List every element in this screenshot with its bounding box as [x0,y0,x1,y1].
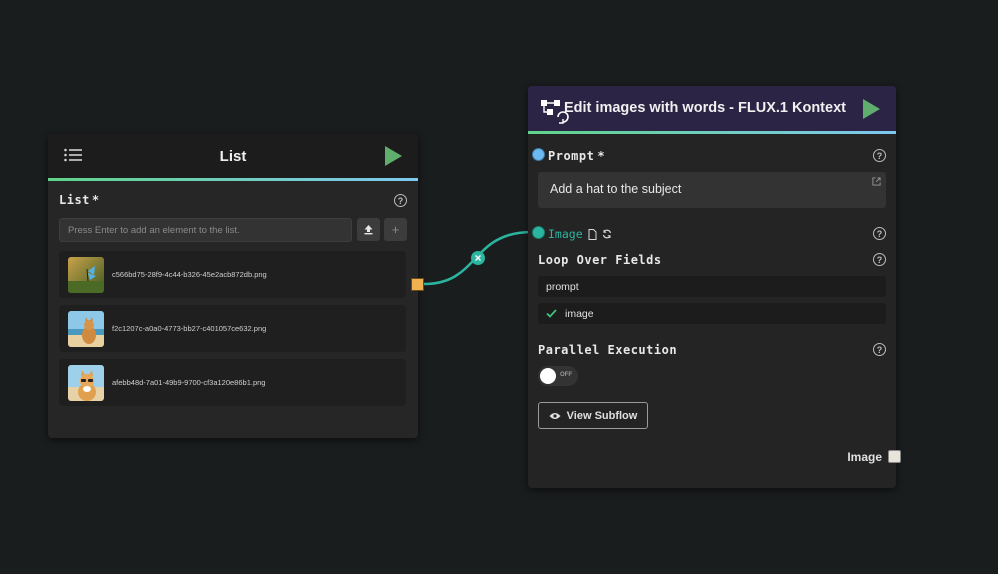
prompt-value: Add a hat to the subject [550,182,682,196]
upload-button[interactable] [357,218,380,241]
loop-field-image[interactable]: image [538,303,886,324]
list-item-filename: afebb48d-7a01-49b9-9700-cf3a120e86b1.png [112,378,266,387]
image-field-label: Image [548,227,583,241]
parallel-help-icon[interactable]: ? [873,343,886,356]
check-icon [546,309,557,318]
parallel-execution-toggle[interactable]: OFF [538,366,578,386]
list-icon [64,148,82,162]
list-output-port[interactable] [411,278,424,291]
upload-icon [364,225,373,235]
loop-field-prompt[interactable]: prompt [538,276,886,297]
image-output-label: Image [847,450,882,464]
prompt-input[interactable]: Add a hat to the subject [538,172,886,208]
image-input-port[interactable] [532,226,545,239]
edit-images-node[interactable]: Edit images with words - FLUX.1 Kontext … [528,86,896,488]
toggle-state: OFF [560,372,572,378]
edit-header-accent-bar [528,131,896,134]
thumbnail-cat-on-beach [68,310,104,347]
refresh-icon[interactable] [602,229,612,239]
list-add-input[interactable]: Press Enter to add an element to the lis… [59,218,352,242]
list-node-header[interactable]: List [48,134,418,178]
thumbnail-cat-with-sunglasses [68,364,104,401]
list-node-title: List [219,147,247,165]
plus-icon: + [391,222,400,237]
run-list-play-icon[interactable] [385,146,402,166]
list-node[interactable]: List List * ? Press Enter to add an eleme… [48,134,418,438]
thumbnail-butterfly-on-grass [68,256,104,293]
open-external-icon[interactable] [872,177,881,186]
prompt-help-icon[interactable]: ? [873,149,886,162]
list-item[interactable]: c566bd75-28f9-4c44-b326-45e2acb872db.png [59,251,406,298]
list-item-filename: c566bd75-28f9-4c44-b326-45e2acb872db.png [112,270,267,279]
loop-fields-label: Loop Over Fields [538,253,662,267]
image-help-icon[interactable]: ? [873,227,886,240]
edit-node-header[interactable]: Edit images with words - FLUX.1 Kontext [528,86,896,131]
edit-node-title: Edit images with words - FLUX.1 Kontext [564,100,846,116]
view-subflow-button[interactable]: View Subflow [538,402,648,429]
add-element-button[interactable]: + [384,218,407,241]
parallel-execution-label: Parallel Execution [538,343,678,357]
eye-icon [549,412,561,419]
list-item[interactable]: f2c1207c-a0a0-4773-bb27-c401057ce632.png [59,305,406,352]
list-help-icon[interactable]: ? [394,194,407,207]
image-field-row: Image [548,227,612,241]
run-edit-play-icon[interactable] [863,99,880,119]
file-icon[interactable] [588,228,597,240]
toggle-knob [540,368,556,384]
list-item[interactable]: afebb48d-7a01-49b9-9700-cf3a120e86b1.png [59,359,406,406]
prompt-input-port[interactable] [532,148,545,161]
list-header-accent-bar [48,178,418,181]
image-output-port[interactable] [888,450,901,463]
prompt-field-label: Prompt * [548,149,606,163]
list-field-label: List * [59,193,100,207]
list-item-filename: f2c1207c-a0a0-4773-bb27-c401057ce632.png [112,324,267,333]
loop-help-icon[interactable]: ? [873,253,886,266]
